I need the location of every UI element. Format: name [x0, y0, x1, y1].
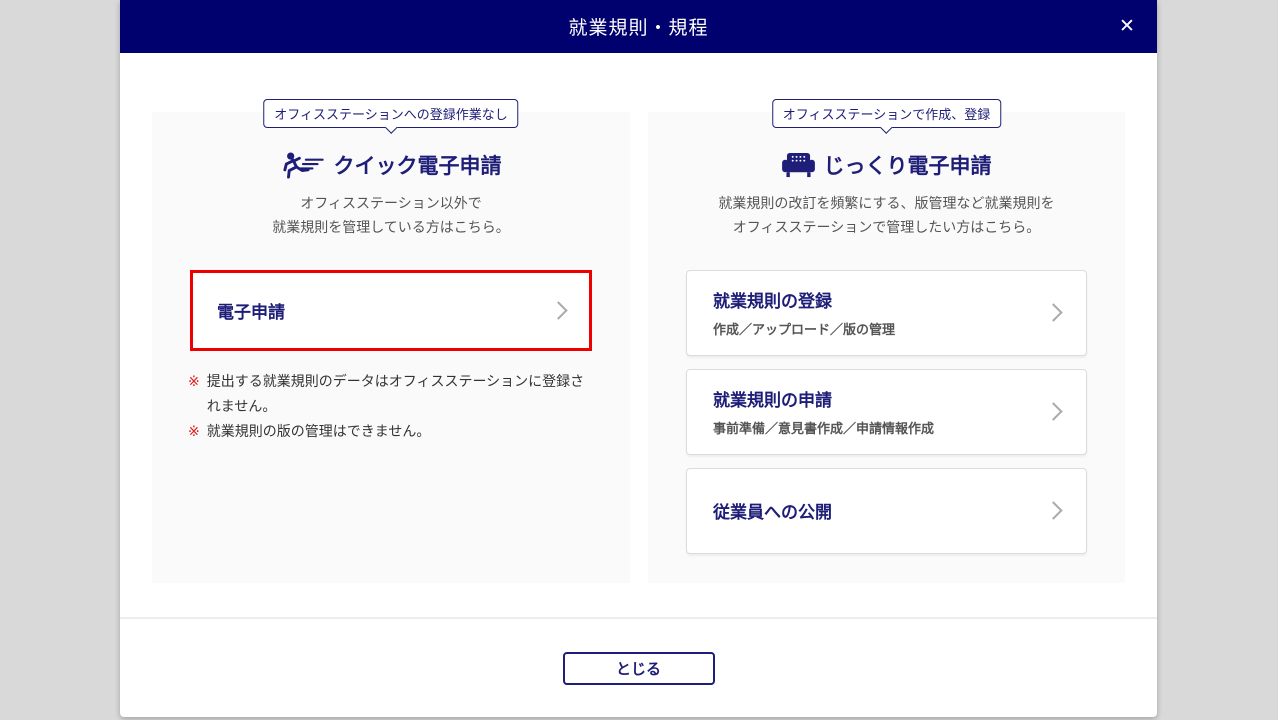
thorough-panel-description-line2: オフィスステーションで管理したい方はこちら。: [732, 218, 1041, 235]
thorough-application-panel: オフィスステーションで作成、登録 じっくり電子申請 就業規則の改訂を頻繁にする、…: [648, 99, 1125, 583]
thorough-panel-title: じっくり電子申請: [823, 155, 992, 178]
note-item: ※ 提出する就業規則のデータはオフィスステーションに登録されません。: [188, 369, 594, 419]
quick-panel-description-line2: 就業規則を管理している方はこちら。: [272, 218, 510, 235]
badge-tail: [880, 121, 893, 134]
work-rules-modal: 就業規則・規程 ✕ オフィスステーションへの登録作業なし クイック電子申請 オフ…: [120, 0, 1157, 717]
chevron-right-icon: [1044, 501, 1063, 520]
chevron-right-icon: [1044, 402, 1063, 421]
note-marker: ※: [188, 372, 200, 389]
work-rules-application-label: 就業規則の申請: [713, 391, 832, 411]
sofa-icon: [781, 152, 815, 177]
quick-application-panel: オフィスステーションへの登録作業なし クイック電子申請 オフィスステーション以外…: [152, 99, 630, 583]
chevron-right-icon: [1044, 303, 1063, 322]
thorough-panel-badge-label: オフィスステーションで作成、登録: [782, 107, 991, 122]
work-rules-application-button[interactable]: 就業規則の申請 事前準備／意見書作成／申請情報作成: [686, 368, 1087, 455]
work-rules-registration-button[interactable]: 就業規則の登録 作成／アップロード／版の管理: [686, 269, 1087, 356]
badge-tail: [384, 121, 398, 134]
electronic-application-button[interactable]: 電子申請: [190, 269, 592, 351]
modal-title: 就業規則・規程: [568, 18, 709, 39]
thorough-panel-description-line1: 就業規則の改訂を頻繁にする、版管理など就業規則を: [718, 195, 1055, 211]
footer-divider: [120, 617, 1157, 619]
note-text: 就業規則の版の管理はできません。: [206, 422, 431, 439]
quick-panel-notes: ※ 提出する就業規則のデータはオフィスステーションに登録されません。 ※ 就業規…: [188, 369, 594, 445]
work-rules-registration-sublabel: 作成／アップロード／版の管理: [713, 322, 896, 338]
quick-panel-description: オフィスステーション以外で 就業規則を管理している方はこちら。: [152, 192, 630, 240]
electronic-application-button-label: 電子申請: [217, 302, 285, 322]
note-text: 提出する就業規則のデータはオフィスステーションに登録されません。: [206, 372, 585, 414]
work-rules-registration-label: 就業規則の登録: [713, 292, 832, 312]
thorough-panel-badge: オフィスステーションで作成、登録: [771, 99, 1002, 134]
modal-header: 就業規則・規程 ✕: [120, 0, 1157, 53]
quick-panel-title-row: クイック電子申請: [152, 150, 630, 180]
quick-panel-description-line1: オフィスステーション以外で: [300, 195, 482, 211]
thorough-panel-menu: 就業規則の登録 作成／アップロード／版の管理 就業規則の申請 事前準備／意見書作…: [648, 269, 1125, 554]
work-rules-application-sublabel: 事前準備／意見書作成／申請情報作成: [713, 421, 935, 437]
close-icon[interactable]: ✕: [1113, 13, 1141, 41]
employee-publication-button[interactable]: 従業員への公開: [686, 467, 1087, 554]
employee-publication-label: 従業員への公開: [713, 503, 832, 523]
runner-icon: [282, 151, 324, 179]
thorough-panel-description: 就業規則の改訂を頻繁にする、版管理など就業規則を オフィスステーションで管理した…: [648, 192, 1125, 240]
note-item: ※ 就業規則の版の管理はできません。: [188, 419, 594, 444]
close-button[interactable]: とじる: [562, 652, 715, 685]
thorough-panel-title-row: じっくり電子申請: [648, 150, 1125, 180]
quick-panel-badge: オフィスステーションへの登録作業なし: [263, 99, 519, 134]
note-marker: ※: [188, 422, 200, 439]
quick-panel-title: クイック電子申請: [333, 155, 502, 178]
quick-panel-badge-label: オフィスステーションへの登録作業なし: [274, 107, 508, 122]
chevron-right-icon: [549, 300, 568, 320]
